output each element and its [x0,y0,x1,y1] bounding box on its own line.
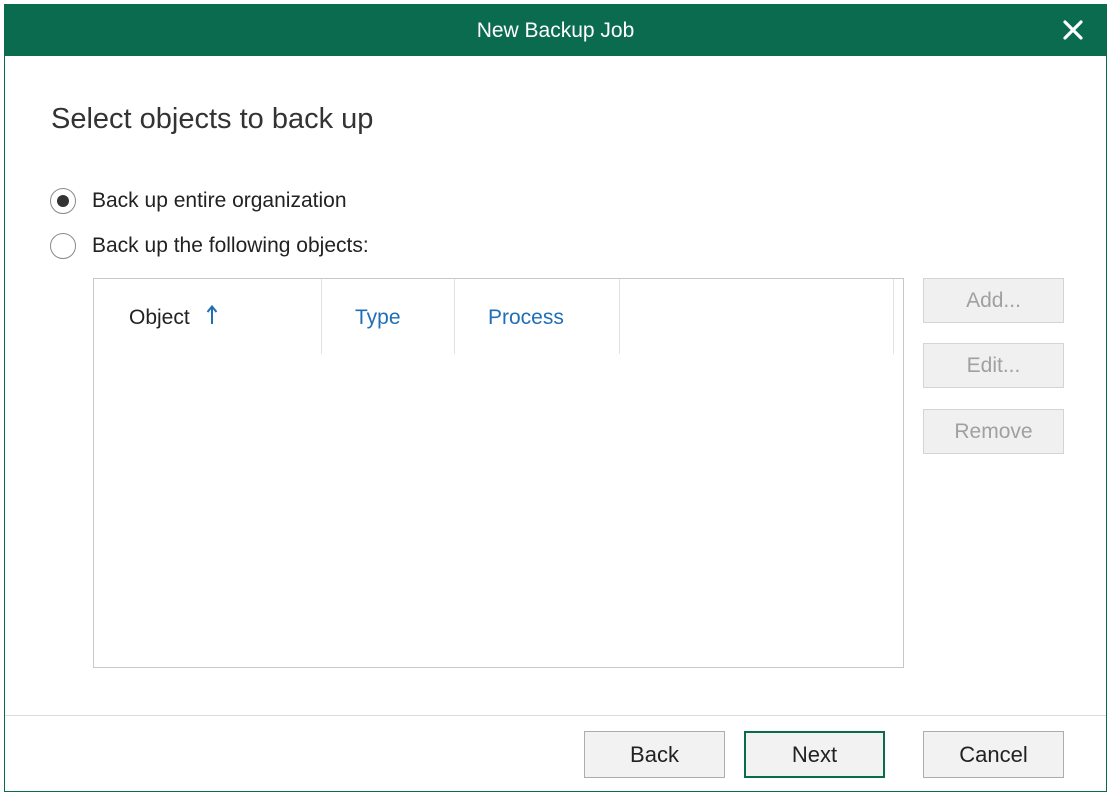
column-header-type[interactable]: Type [322,279,455,354]
title-bar: New Backup Job [5,5,1106,56]
remove-button[interactable]: Remove [923,409,1064,454]
close-button[interactable] [1058,15,1088,45]
cancel-button[interactable]: Cancel [923,731,1064,778]
add-button[interactable]: Add... [923,278,1064,323]
column-header-filler [620,279,894,354]
page-heading: Select objects to back up [51,103,374,135]
radio-button-unselected[interactable] [50,233,76,259]
objects-grid[interactable]: Object Type Process [93,278,904,668]
dialog-window: New Backup Job Select objects to back up… [4,4,1107,792]
column-header-process[interactable]: Process [455,279,620,354]
edit-button[interactable]: Edit... [923,343,1064,388]
grid-header: Object Type Process [94,279,903,354]
back-button[interactable]: Back [584,731,725,778]
column-label-object: Object [129,306,190,329]
radio-button-selected[interactable] [50,188,76,214]
radio-following-objects[interactable]: Back up the following objects: [50,233,369,259]
window-title: New Backup Job [476,19,635,42]
next-button[interactable]: Next [744,731,885,778]
radio-dot [57,195,69,207]
radio-label-following-objects: Back up the following objects: [92,234,369,257]
radio-entire-organization[interactable]: Back up entire organization [50,188,347,214]
column-header-object[interactable]: Object [94,279,322,354]
column-label-type: Type [355,306,401,329]
radio-label-entire-organization: Back up entire organization [92,189,347,212]
footer-divider [5,715,1106,716]
sort-ascending-icon [206,304,217,324]
column-label-process: Process [488,306,564,329]
close-icon [1063,20,1083,40]
